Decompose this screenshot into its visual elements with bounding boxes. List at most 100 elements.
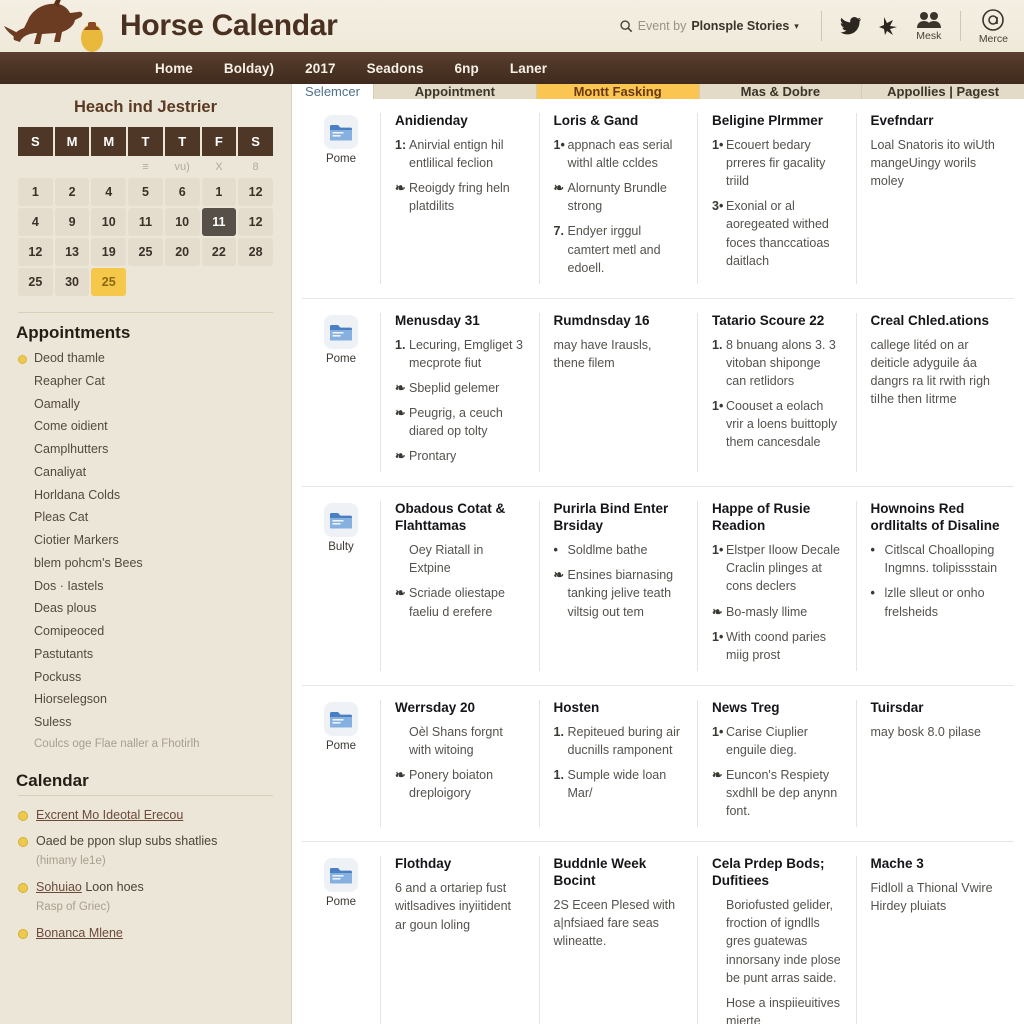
calendar-day-9[interactable]: 9	[54, 208, 90, 236]
chevron-down-icon[interactable]: ▾	[794, 21, 799, 32]
nav-item-bolday[interactable]: Bolday)	[224, 61, 274, 76]
appointment-item[interactable]: Oamally	[16, 393, 275, 416]
calendar-day-19[interactable]: 19	[91, 238, 127, 266]
column-title[interactable]: Menusday 31	[395, 313, 525, 330]
appointment-item[interactable]: blem pohcm's Bees	[16, 552, 275, 575]
appointment-item[interactable]: Pockuss	[16, 666, 275, 689]
calendar-link-item: Bonanca Mlene	[16, 920, 275, 946]
appointment-item[interactable]: Reapher Cat	[16, 370, 275, 393]
column-list-item: Oèl Shans forgnt with witoing	[395, 723, 525, 759]
appointment-item[interactable]: Hiorselegson	[16, 688, 275, 711]
calendar-day-25[interactable]: 25	[18, 268, 53, 296]
calendar-day-22[interactable]: 22	[201, 238, 237, 266]
calendar-day-28[interactable]: 28	[238, 238, 273, 266]
column-title[interactable]: Creal Chled.ations	[871, 313, 1001, 330]
list-item-marker: 1.	[553, 724, 564, 739]
row-icon-label: Pome	[325, 153, 357, 165]
calendar-day-4[interactable]: 4	[91, 178, 127, 206]
column-title[interactable]: Tatario Scoure 22	[712, 313, 842, 330]
column-title[interactable]: Werrsday 20	[395, 700, 525, 717]
search-dropdown[interactable]: Event by Plonsple Stories ▾	[619, 19, 811, 33]
column-item-list: 1: Anirvial entign hil entlilical feclion…	[395, 136, 525, 216]
appointment-item[interactable]: Camplhutters	[16, 438, 275, 461]
nav-item-2017[interactable]: 2017	[305, 61, 335, 76]
appointment-item[interactable]: Pleas Cat	[16, 506, 275, 529]
appointment-item[interactable]: Pastutants	[16, 643, 275, 666]
row-icon-cell[interactable]: Pome	[302, 313, 380, 473]
column-title[interactable]: Beligine Plrmmer	[712, 113, 842, 130]
calendar-day-12[interactable]: 12	[238, 208, 273, 236]
calendar-link[interactable]: Sohuiao	[36, 880, 82, 894]
column-title[interactable]: Evefndarr	[871, 113, 1001, 130]
appointment-item[interactable]: Canaliyat	[16, 461, 275, 484]
column-title[interactable]: Loris & Gand	[554, 113, 684, 130]
people-icon[interactable]: Mesk	[908, 11, 950, 42]
nav-item-laner[interactable]: Laner	[510, 61, 547, 76]
column-title[interactable]: Anidienday	[395, 113, 525, 130]
column-title[interactable]: Obadous Cotat & Flahttamas	[395, 501, 525, 535]
appointment-item[interactable]: Deod thamle	[16, 347, 275, 370]
calendar-day-2[interactable]: 2	[54, 178, 90, 206]
row-icon-cell[interactable]: Bulty	[302, 501, 380, 671]
tab-appointment[interactable]: Appointment	[374, 84, 537, 99]
tab-mas-dobre[interactable]: Mas & Dobre	[699, 84, 863, 99]
row-icon-cell[interactable]: Pome	[302, 856, 380, 1024]
appointment-item[interactable]: Ciotier Markers	[16, 529, 275, 552]
nav-item-6np[interactable]: 6np	[455, 61, 479, 76]
column-title[interactable]: Tuirsdar	[871, 700, 1001, 717]
column-item-list: Boriofusted gelider, froction of igndlls…	[712, 896, 842, 1024]
calendar-day-1[interactable]: 1	[201, 178, 237, 206]
row-icon-cell[interactable]: Pome	[302, 113, 380, 284]
calendar-day-30[interactable]: 30	[54, 268, 90, 296]
column-title[interactable]: Cela Prdep Bods; Dufitiees	[712, 856, 842, 890]
twitter-bird-icon[interactable]	[832, 16, 870, 36]
tab-montt-fasking[interactable]: Montt Fasking	[536, 84, 700, 99]
nav-item-seadons[interactable]: Seadons	[367, 61, 424, 76]
calendar-link[interactable]: Bonanca Mlene	[36, 926, 123, 940]
calendar-week-row: 1 2 4 5 6 1 12	[18, 178, 273, 206]
calendar-day-12[interactable]: 12	[238, 178, 273, 206]
calendar-day-13[interactable]: 13	[54, 238, 90, 266]
column-title[interactable]: Purirla Bind Enter Brsiday	[554, 501, 684, 535]
list-item-text: Carise Ciuplier enguile dieg.	[726, 724, 808, 757]
column-title[interactable]: Happe of Rusie Readion	[712, 501, 842, 535]
star-burst-icon[interactable]	[870, 16, 908, 36]
calendar-day-10[interactable]: 10	[91, 208, 127, 236]
column-list-item: ❧ Prontary	[395, 447, 525, 465]
calendar-day-11[interactable]: 11	[201, 208, 237, 236]
column-title[interactable]: Mache 3	[871, 856, 1001, 873]
calendar-day-10[interactable]: 10	[164, 208, 200, 236]
appointment-item[interactable]: Horldana Colds	[16, 484, 275, 507]
calendar-day-1[interactable]: 1	[18, 178, 53, 206]
column-title[interactable]: News Treg	[712, 700, 842, 717]
column-title[interactable]: Buddnle Week Bocint	[554, 856, 684, 890]
calendar-day-12[interactable]: 12	[18, 238, 53, 266]
calendar-day-6[interactable]: 6	[164, 178, 200, 206]
calendar-day-4[interactable]: 4	[18, 208, 53, 236]
list-item-text: Bo-masly llime	[726, 604, 808, 619]
calendar-link[interactable]: Excrent Mo Ideotal Erecou	[36, 808, 183, 822]
nav-item-home[interactable]: Home	[155, 61, 193, 76]
row-icon-cell[interactable]: Pome	[302, 700, 380, 828]
column-title[interactable]: Rumdnsday 16	[554, 313, 684, 330]
appointment-item[interactable]: Suless	[16, 711, 275, 734]
column-item-list: 1• Ecouert bedary prreres fir gacality tr…	[712, 136, 842, 270]
column-title[interactable]: Hosten	[554, 700, 684, 717]
column-title[interactable]: Flothday	[395, 856, 525, 873]
calendar-day-25[interactable]: 25	[91, 268, 127, 296]
tab-selemcer[interactable]: Selemcer	[292, 84, 374, 99]
calendar-day-20[interactable]: 20	[164, 238, 200, 266]
appointment-item[interactable]: Dos · Iastels	[16, 575, 275, 598]
list-item-text: Coouset a eolach vrir a loens buittoply …	[726, 399, 838, 450]
list-item-text: Sumple wide loan Mar/	[567, 768, 667, 801]
account-circle-icon[interactable]: Merce	[971, 8, 1016, 45]
appointment-item[interactable]: Deas plous	[16, 597, 275, 620]
column-title[interactable]: Hownoins Red ordlitalts of Disaline	[871, 501, 1001, 535]
calendar-day-11[interactable]: 11	[128, 208, 163, 236]
column-list-item: 1• Carise Ciuplier enguile dieg.	[712, 723, 842, 759]
calendar-day-5[interactable]: 5	[128, 178, 163, 206]
tab-appollies-pagest[interactable]: Appollies | Pagest	[862, 84, 1024, 99]
appointment-item[interactable]: Come oidient	[16, 415, 275, 438]
appointment-item[interactable]: Comipeoced	[16, 620, 275, 643]
calendar-day-25[interactable]: 25	[128, 238, 163, 266]
